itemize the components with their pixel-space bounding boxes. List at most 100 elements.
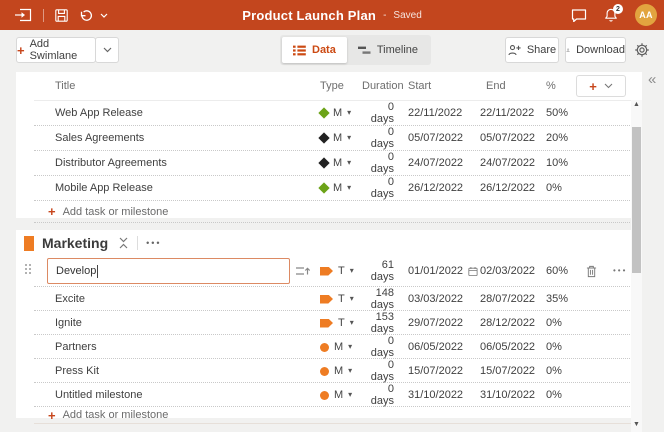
user-avatar[interactable]: AA xyxy=(635,4,657,26)
tab-data[interactable]: Data xyxy=(282,37,347,63)
percent-cell[interactable]: 60% xyxy=(536,265,576,277)
table-row[interactable]: Excite T ▾ 148 days 03/03/2022 28/07/202… xyxy=(34,287,642,311)
end-cell[interactable]: 31/10/2022 xyxy=(478,389,536,401)
share-button[interactable]: Share xyxy=(505,37,559,63)
duration-cell[interactable]: 61 days xyxy=(362,259,398,283)
duration-cell[interactable]: 0 days xyxy=(362,176,398,200)
plus-icon: + xyxy=(48,409,56,422)
add-task-link[interactable]: + Add task or milestone xyxy=(34,201,642,223)
settings-gear-icon[interactable] xyxy=(634,42,650,58)
end-cell[interactable]: 26/12/2022 xyxy=(478,182,536,194)
type-cell[interactable]: M ▾ xyxy=(316,341,362,353)
end-cell[interactable]: 05/07/2022 xyxy=(478,132,536,144)
end-cell[interactable]: 15/07/2022 xyxy=(478,365,536,377)
table-row[interactable]: Ignite T ▾ 153 days 29/07/2022 28/12/202… xyxy=(34,311,642,335)
milestone-green-icon xyxy=(318,182,329,193)
table-row[interactable]: Mobile App Release M ▾ 0 days 26/12/2022… xyxy=(34,176,642,201)
header-end[interactable]: End xyxy=(478,80,536,92)
duration-cell[interactable]: 0 days xyxy=(362,335,398,359)
percent-cell[interactable]: 10% xyxy=(536,157,576,169)
download-button[interactable]: Download xyxy=(565,37,626,63)
task-title: Partners xyxy=(34,341,316,353)
add-column-button[interactable]: + xyxy=(576,75,626,97)
swimlane-name[interactable]: Marketing xyxy=(42,235,108,251)
table-row[interactable]: Web App Release M ▾ 0 days 22/11/2022 22… xyxy=(34,101,642,126)
add-swimlane-dropdown-button[interactable] xyxy=(95,37,119,63)
start-cell[interactable]: 31/10/2022 xyxy=(398,389,478,401)
type-cell[interactable]: M ▾ xyxy=(316,107,362,119)
swimlane-color-swatch[interactable] xyxy=(24,236,34,251)
scrollbar-thumb[interactable] xyxy=(632,127,641,273)
percent-cell[interactable]: 20% xyxy=(536,132,576,144)
start-cell[interactable]: 05/07/2022 xyxy=(398,132,478,144)
percent-cell[interactable]: 0% xyxy=(536,317,576,329)
type-cell[interactable]: T ▾ xyxy=(316,265,362,277)
table-row-editing[interactable]: Develop T ▾ 61 days 01/01/2022 02/03/202… xyxy=(34,256,642,287)
end-cell[interactable]: 22/11/2022 xyxy=(478,107,536,119)
percent-cell[interactable]: 0% xyxy=(536,365,576,377)
percent-cell[interactable]: 0% xyxy=(536,341,576,353)
start-cell[interactable]: 01/01/2022 xyxy=(398,265,478,277)
header-percent[interactable]: % xyxy=(536,80,576,92)
duration-cell[interactable]: 0 days xyxy=(362,101,398,125)
caret-down-icon: ▾ xyxy=(347,134,351,142)
duration-cell[interactable]: 0 days xyxy=(362,151,398,175)
header-start[interactable]: Start xyxy=(398,80,478,92)
header-type[interactable]: Type xyxy=(316,80,362,92)
scroll-up-icon[interactable]: ▲ xyxy=(631,100,642,110)
duration-cell[interactable]: 0 days xyxy=(362,359,398,383)
collapse-panel-icon[interactable]: « xyxy=(648,71,655,88)
type-cell[interactable]: T ▾ xyxy=(316,293,362,305)
header-title[interactable]: Title xyxy=(34,80,316,92)
table-row[interactable]: Partners M ▾ 0 days 06/05/2022 06/05/202… xyxy=(34,335,642,359)
app-window: Product Launch Plan - Saved 2 AA + Add S… xyxy=(0,0,664,432)
end-cell[interactable]: 06/05/2022 xyxy=(478,341,536,353)
task-title-input[interactable]: Develop xyxy=(47,258,290,284)
duration-cell[interactable]: 153 days xyxy=(362,311,398,335)
type-cell[interactable]: M ▾ xyxy=(316,132,362,144)
calendar-icon[interactable] xyxy=(468,266,478,277)
add-task-link[interactable]: + Add task or milestone xyxy=(34,407,642,424)
table-row[interactable]: Untitled milestone M ▾ 0 days 31/10/2022… xyxy=(34,383,642,407)
end-cell[interactable]: 28/12/2022 xyxy=(478,317,536,329)
start-cell[interactable]: 22/11/2022 xyxy=(398,107,478,119)
type-cell[interactable]: M ▾ xyxy=(316,389,362,401)
type-cell[interactable]: T ▾ xyxy=(316,317,362,329)
type-cell[interactable]: M ▾ xyxy=(316,182,362,194)
drag-handle-icon[interactable] xyxy=(25,264,31,274)
table-row[interactable]: Press Kit M ▾ 0 days 15/07/2022 15/07/20… xyxy=(34,359,642,383)
end-cell[interactable]: 24/07/2022 xyxy=(478,157,536,169)
start-cell[interactable]: 26/12/2022 xyxy=(398,182,478,194)
task-title: Sales Agreements xyxy=(34,132,316,144)
duration-cell[interactable]: 0 days xyxy=(362,126,398,150)
delete-task-icon[interactable] xyxy=(586,265,597,278)
table-row[interactable]: Sales Agreements M ▾ 0 days 05/07/2022 0… xyxy=(34,126,642,151)
type-cell[interactable]: M ▾ xyxy=(316,365,362,377)
duration-cell[interactable]: 0 days xyxy=(362,383,398,407)
start-cell[interactable]: 24/07/2022 xyxy=(398,157,478,169)
collapse-swimlane-icon[interactable] xyxy=(118,237,129,249)
feedback-chat-icon[interactable] xyxy=(571,9,587,22)
start-cell[interactable]: 29/07/2022 xyxy=(398,317,478,329)
end-cell[interactable]: 02/03/2022 xyxy=(478,265,536,277)
duration-cell[interactable]: 148 days xyxy=(362,287,398,311)
start-cell[interactable]: 03/03/2022 xyxy=(398,293,478,305)
percent-cell[interactable]: 50% xyxy=(536,107,576,119)
type-cell[interactable]: M ▾ xyxy=(316,157,362,169)
percent-cell[interactable]: 0% xyxy=(536,182,576,194)
add-swimlane-button[interactable]: + Add Swimlane xyxy=(16,37,96,63)
start-cell[interactable]: 15/07/2022 xyxy=(398,365,478,377)
end-cell[interactable]: 28/07/2022 xyxy=(478,293,536,305)
header-divider xyxy=(137,236,138,250)
header-duration[interactable]: Duration xyxy=(362,80,398,92)
scroll-down-icon[interactable]: ▼ xyxy=(631,420,642,430)
percent-cell[interactable]: 35% xyxy=(536,293,576,305)
document-title[interactable]: Product Launch Plan xyxy=(242,8,376,23)
start-cell[interactable]: 06/05/2022 xyxy=(398,341,478,353)
vertical-scrollbar[interactable]: ▲ ▼ xyxy=(631,100,642,432)
table-row[interactable]: Distributor Agreements M ▾ 0 days 24/07/… xyxy=(34,151,642,176)
outdent-icon[interactable] xyxy=(296,265,310,277)
notifications-bell-icon[interactable]: 2 xyxy=(604,8,618,22)
percent-cell[interactable]: 0% xyxy=(536,389,576,401)
tab-timeline[interactable]: Timeline xyxy=(347,37,429,63)
